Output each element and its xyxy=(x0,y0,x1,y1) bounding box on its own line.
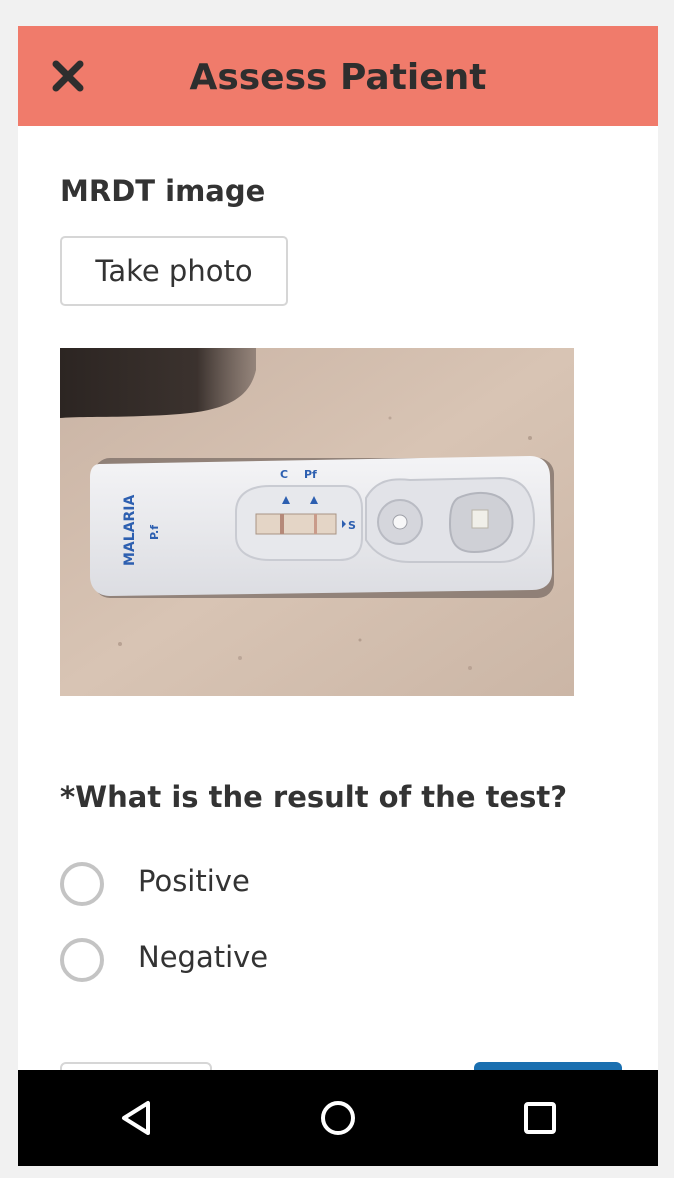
sample-marker: S xyxy=(348,519,356,532)
radio-circle-positive[interactable] xyxy=(60,862,104,906)
radio-circle-negative[interactable] xyxy=(60,938,104,982)
close-icon xyxy=(52,60,84,92)
recents-button[interactable] xyxy=(518,1096,562,1140)
take-photo-button[interactable]: Take photo xyxy=(60,236,288,306)
home-circle-icon xyxy=(321,1101,355,1135)
result-question: *What is the result of the test? xyxy=(60,780,568,814)
home-button[interactable] xyxy=(316,1096,360,1140)
page-title: Assess Patient xyxy=(189,57,487,98)
radio-label-positive: Positive xyxy=(138,864,250,898)
radio-label-negative: Negative xyxy=(138,940,269,974)
test-marker: Pf xyxy=(304,468,317,481)
back-button[interactable] xyxy=(116,1096,160,1140)
mrdt-image-label: MRDT image xyxy=(60,174,266,208)
app-header: Assess Patient xyxy=(18,26,658,126)
close-button[interactable] xyxy=(48,56,88,96)
phone-screen: Assess Patient MRDT image Take photo MAL… xyxy=(18,26,658,1166)
radio-positive[interactable]: Positive xyxy=(60,862,320,906)
android-nav-bar xyxy=(18,1070,658,1166)
control-marker: C xyxy=(280,468,288,481)
recents-square-icon xyxy=(524,1102,556,1134)
device-label: MALARIA xyxy=(122,494,138,566)
mrdt-photo: MALARIA P.f C Pf S xyxy=(60,348,574,696)
radio-negative[interactable]: Negative xyxy=(60,938,320,982)
device-sublabel: P.f xyxy=(148,525,161,540)
back-triangle-icon xyxy=(122,1101,150,1135)
